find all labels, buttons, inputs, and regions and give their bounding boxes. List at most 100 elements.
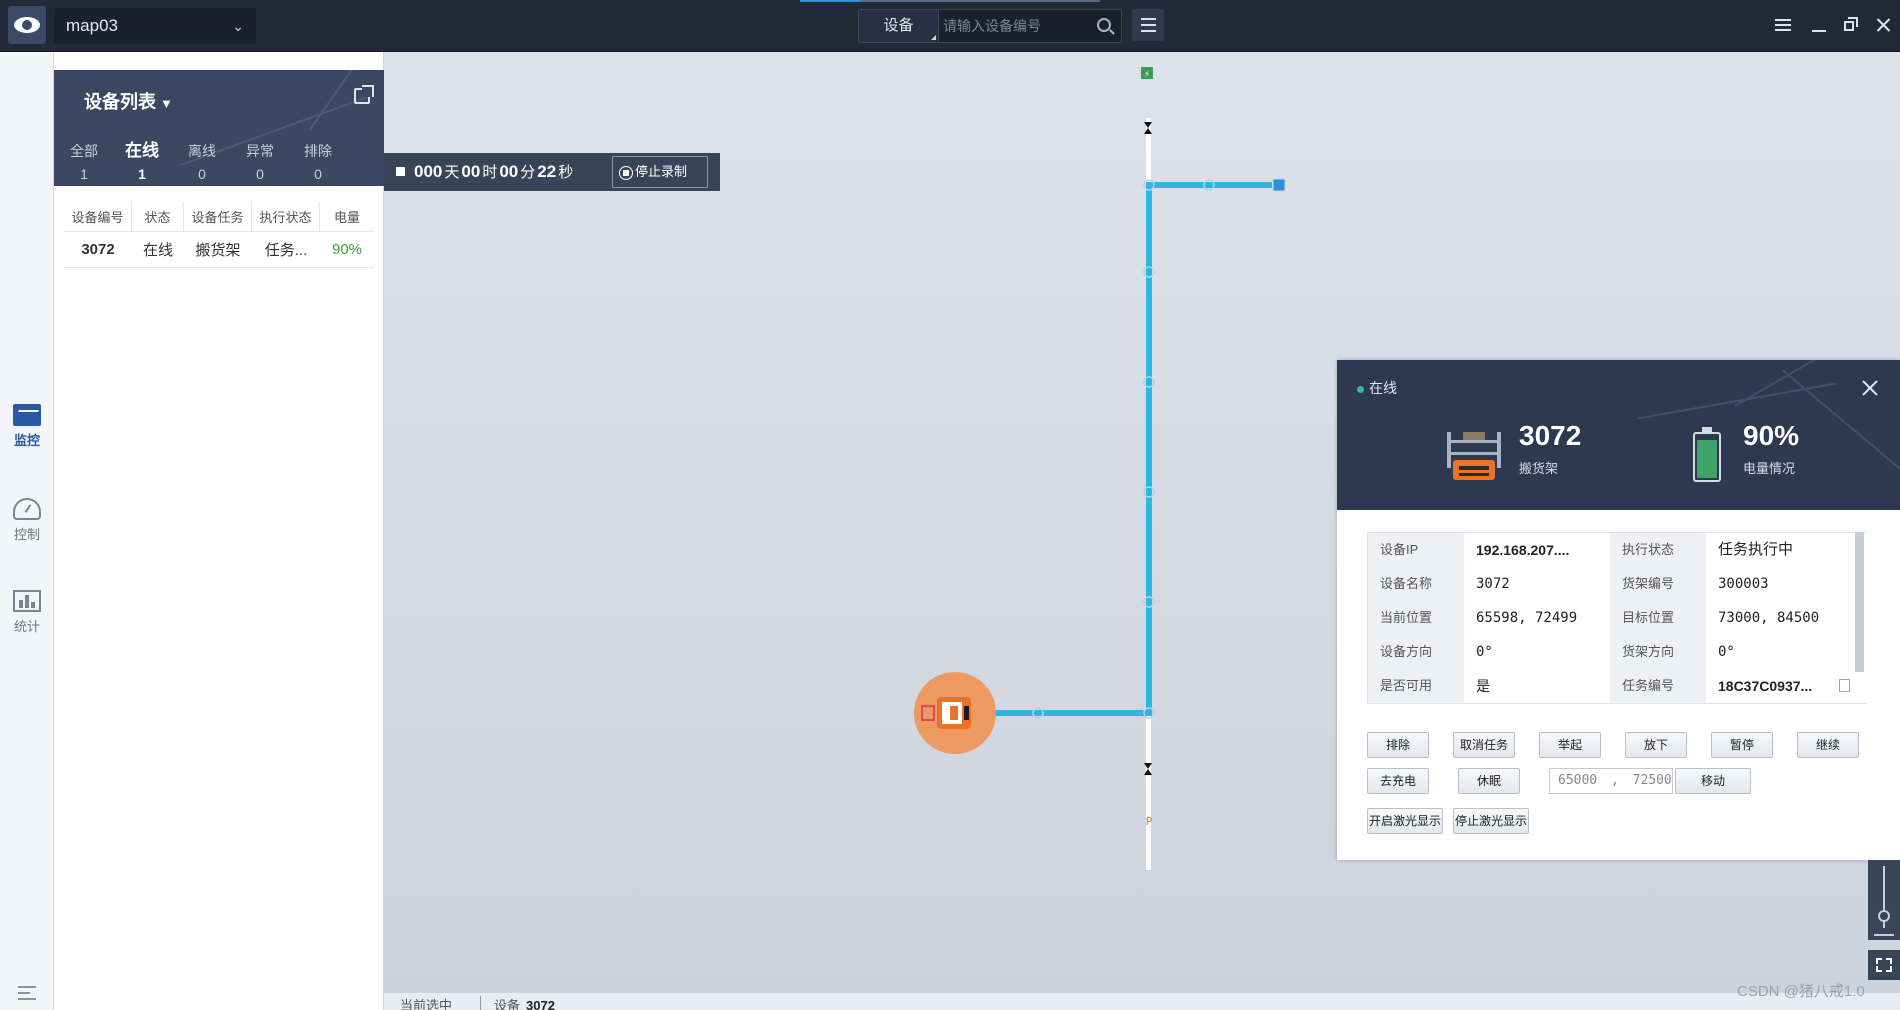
timer-unit: 天 [444,164,460,181]
put-down-button[interactable]: 放下 [1625,732,1687,758]
target-node-icon[interactable] [1272,178,1286,192]
stop-recording-button[interactable]: 停止录制 [612,156,708,188]
tab-count: 1 [80,166,88,182]
map-select[interactable]: map03 ⌄ [54,8,256,44]
exclude-button[interactable]: 排除 [1367,732,1429,758]
exec-status-cell: 任务... [264,242,308,259]
tab-count: 1 [138,166,146,182]
table-row[interactable]: 3072 在线 搬货架 任务... 90% [64,232,374,268]
collapse-icon[interactable] [18,986,36,1000]
device-list-header: 设备列表 ▼ 全部 1 在线 1 离线 0 异常 0 排除 0 [54,70,384,186]
device-table-header: 设备编号 状态 设备任务 执行状态 电量 [64,202,374,232]
nav-monitor[interactable]: 监控 [0,404,54,449]
device-list-title[interactable]: 设备列表 ▼ [84,88,173,114]
recording-bar: 000 天 00 时 00 分 22 秒 停止录制 [384,153,720,191]
nav-stats-label: 统计 [13,619,40,634]
search-bar: 设备 [858,9,1122,43]
device-list-title-text: 设备列表 [84,92,156,112]
info-row: 是否可用 是 任务编号 18C37C0937... [1368,669,1868,703]
timer-minutes: 00 [499,162,519,181]
battery-label: 电量情况 [1743,461,1796,476]
nav-rail: 监控 控制 统计 [0,52,54,1010]
info-value: 65598, 72499 [1464,601,1610,635]
info-value: 0° [1464,635,1610,669]
shelf-robot-icon [1447,432,1501,480]
online-status-dot [1357,386,1364,393]
info-key: 设备方向 [1368,635,1464,669]
battery-cell: 90% [331,241,363,258]
timer-unit: 秒 [558,164,574,181]
top-bar: map03 ⌄ 设备 [0,0,1900,52]
coordinate-input[interactable]: 65000 , 72500 [1549,768,1673,794]
gauge-icon [13,498,41,520]
info-key: 设备名称 [1368,567,1464,601]
fullscreen-icon[interactable] [1868,950,1900,980]
minimize-icon[interactable] [1808,14,1830,36]
device-type: 搬货架 [1519,461,1559,476]
tab-offline[interactable]: 离线 0 [172,140,232,182]
status-bar: 当前选中 设备 3072 [384,992,1900,1010]
device-info-table: 设备IP 192.168.207.... 执行状态 任务执行中 设备名称 307… [1367,532,1868,704]
pause-button[interactable]: 暂停 [1711,732,1773,758]
zoom-knob[interactable] [1878,910,1890,922]
coord-separator: , [1610,773,1619,788]
device-detail-header: 在线 3072 搬货架 90% 电量情况 [1337,360,1900,510]
column-header: 设备任务 [184,202,252,231]
timer-seconds: 22 [537,162,557,181]
search-type-select[interactable]: 设备 [859,10,939,42]
tab-online[interactable]: 在线 1 [112,140,172,182]
info-value: 3072 [1464,567,1610,601]
monitor-icon [13,404,41,426]
zoom-slider[interactable] [1868,860,1900,940]
app-logo-icon [8,6,46,44]
tab-label: 异常 [246,143,274,159]
info-value: 300003 [1706,567,1868,601]
tab-label: 全部 [70,143,98,159]
device-id-cell: 3072 [81,241,115,258]
status-cell: 在线 [142,242,173,259]
tab-label: 排除 [304,143,332,159]
info-scrollbar[interactable] [1855,532,1864,672]
search-input[interactable] [943,10,1093,42]
export-icon[interactable] [354,85,374,104]
lift-button[interactable]: 举起 [1539,732,1601,758]
selected-device: 设备 3072 [494,995,555,1010]
coord-x-value: 65000 [1558,773,1598,788]
nav-stats[interactable]: 统计 [0,590,54,635]
tab-all[interactable]: 全部 1 [54,140,114,182]
online-status-text: 在线 [1369,380,1397,396]
tab-count: 0 [314,166,322,182]
restore-icon[interactable] [1840,14,1862,36]
search-icon[interactable] [1097,18,1111,32]
resume-button[interactable]: 继续 [1797,732,1859,758]
close-icon[interactable] [1872,14,1894,36]
cancel-task-button[interactable]: 取消任务 [1453,732,1515,758]
timer-hours: 00 [461,162,481,181]
go-charge-button[interactable]: 去充电 [1367,768,1429,794]
tab-count: 0 [198,166,206,182]
disable-laser-display-button[interactable]: 停止激光显示 [1453,808,1529,834]
tab-excluded[interactable]: 排除 0 [288,140,348,182]
battery-level-fill [1697,440,1717,478]
parking-marker-label[interactable]: P [1146,815,1153,828]
info-key: 当前位置 [1368,601,1464,635]
enable-laser-display-button[interactable]: 开启激光显示 [1367,808,1443,834]
list-view-button[interactable] [1132,9,1164,41]
move-button[interactable]: 移动 [1675,768,1751,794]
device-table: 设备编号 状态 设备任务 执行状态 电量 3072 在线 搬货架 任务... 9… [64,202,374,268]
info-key: 是否可用 [1368,669,1464,703]
coord-y-value: 72500 [1632,773,1672,788]
bar-chart-icon [13,590,41,612]
tab-abnormal[interactable]: 异常 0 [230,140,290,182]
info-key: 设备IP [1368,533,1464,567]
sleep-button[interactable]: 休眠 [1458,768,1520,794]
menu-icon[interactable] [1772,14,1794,36]
map-name: map03 [66,16,118,35]
nav-control[interactable]: 控制 [0,498,54,543]
info-row: 设备方向 0° 货架方向 0° [1368,635,1868,669]
close-icon[interactable] [1860,378,1880,398]
battery-value: 90% [1743,420,1800,451]
status-tabs: 全部 1 在线 1 离线 0 异常 0 排除 0 [54,140,384,186]
robot-body-slot [950,706,958,720]
copy-icon[interactable] [1839,679,1850,692]
